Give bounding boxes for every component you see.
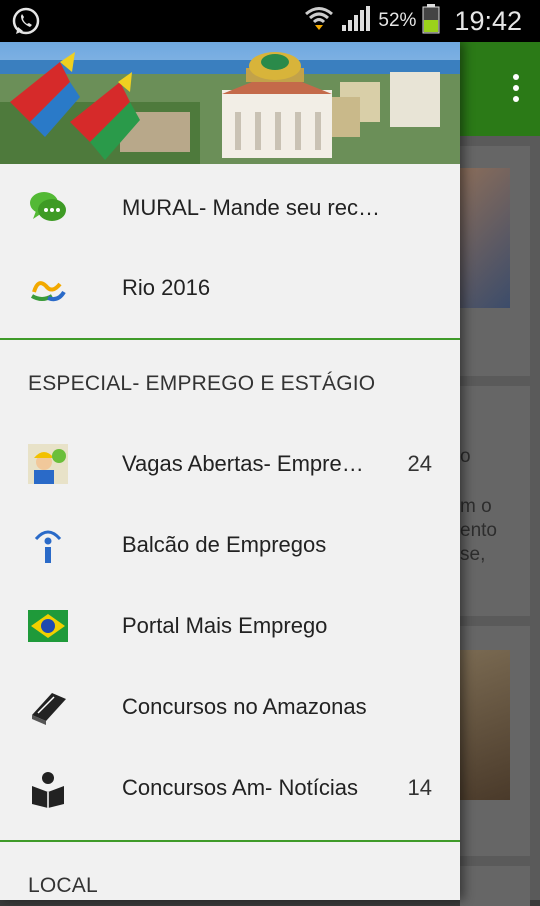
reader-icon (28, 768, 68, 808)
news-card[interactable] (460, 626, 530, 856)
wifi-icon (304, 5, 334, 38)
drawer-header-banner (0, 42, 460, 164)
whatsapp-icon (10, 6, 42, 38)
battery-percent: 52% (378, 10, 417, 31)
status-bar: 52% 19:42 (0, 0, 540, 42)
news-card[interactable]: o m o ento se, (460, 386, 530, 616)
status-time: 19:42 (454, 5, 522, 36)
news-thumbnail (460, 650, 510, 800)
book-icon (28, 687, 68, 727)
drawer-item-label: Rio 2016 (122, 275, 211, 300)
card-text: m o (460, 496, 492, 517)
drawer-item-label: Concursos Am- Notícias (122, 775, 358, 800)
drawer-item-label: Concursos no Amazonas (122, 694, 367, 719)
navigation-drawer: MURAL- Mande seu recado! Rio 2016 ESPECI… (0, 42, 460, 900)
news-card[interactable] (460, 866, 530, 906)
section-divider (0, 338, 460, 340)
drawer-item-portal-mais-emprego[interactable]: Portal Mais Emprego (0, 586, 460, 666)
drawer-item-label: Balcão de Empregos (122, 532, 327, 557)
card-text: se, (460, 544, 486, 565)
section-header-emprego: ESPECIAL- EMPREGO E ESTÁGIO (28, 372, 376, 395)
rio-2016-logo-icon (28, 268, 68, 308)
drawer-item-rio-2016[interactable]: Rio 2016 (0, 248, 460, 328)
drawer-item-label: Portal Mais Emprego (122, 613, 328, 638)
item-count-badge: 24 (407, 451, 432, 476)
drawer-item-label: Vagas Abertas- Empre… (122, 451, 364, 476)
drawer-item-concursos-noticias[interactable]: Concursos Am- Notícias 14 (0, 748, 460, 828)
battery-icon (422, 3, 440, 39)
info-icon (28, 525, 68, 565)
worker-icon (28, 444, 68, 484)
section-header-local: LOCAL (28, 874, 98, 897)
card-text: ento (460, 520, 497, 541)
drawer-item-mural[interactable]: MURAL- Mande seu recado! (0, 168, 460, 248)
item-count-badge: 14 (407, 775, 432, 800)
brazil-flag-icon (28, 606, 68, 646)
drawer-item-label: MURAL- Mande seu recado! (122, 195, 392, 220)
overflow-menu-icon[interactable] (510, 74, 522, 106)
drawer-item-balcao-empregos[interactable]: Balcão de Empregos (0, 505, 460, 585)
news-thumbnail (460, 168, 510, 308)
chat-bubbles-icon (28, 188, 68, 228)
signal-icon (340, 5, 372, 38)
drawer-item-vagas-abertas[interactable]: Vagas Abertas- Empre… 24 (0, 424, 460, 504)
news-card[interactable] (460, 146, 530, 376)
drawer-item-concursos-amazonas[interactable]: Concursos no Amazonas (0, 667, 460, 747)
section-divider (0, 840, 460, 842)
card-text: o (460, 446, 471, 467)
